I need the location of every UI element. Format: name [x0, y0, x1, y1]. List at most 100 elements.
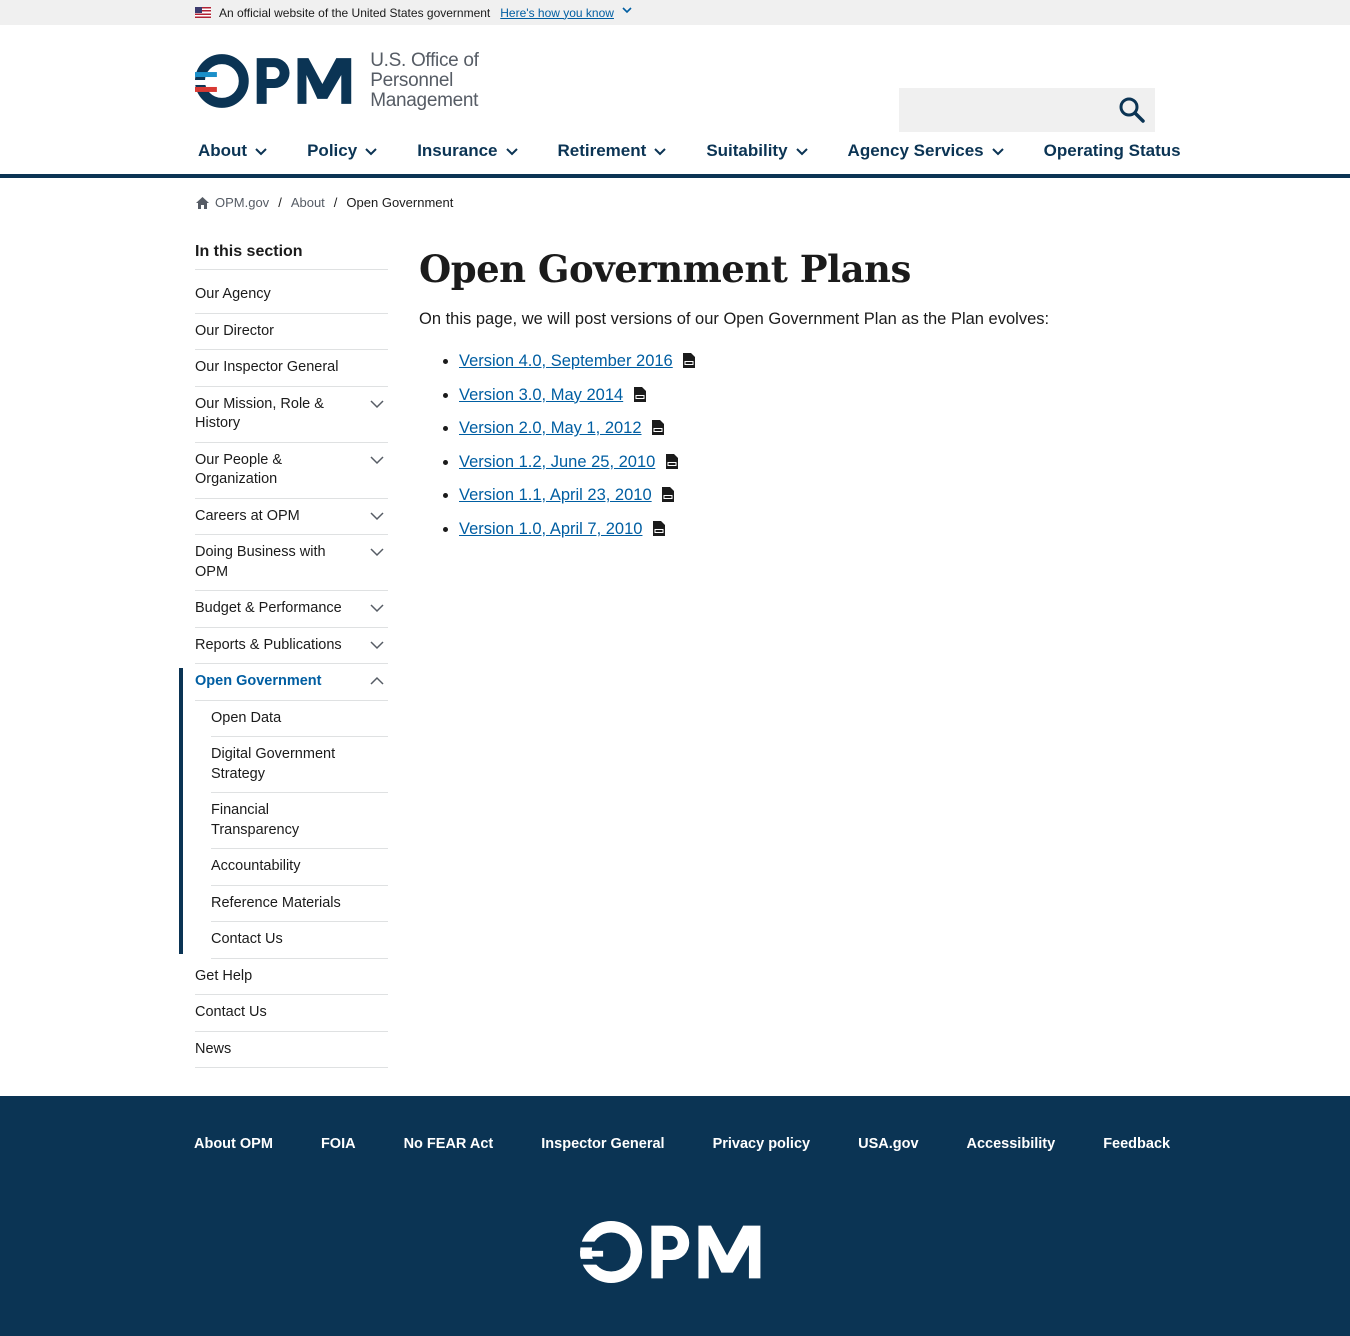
version-1-1-link[interactable]: Version 1.1, April 23, 2010	[459, 486, 652, 504]
chevron-down-icon[interactable]	[370, 455, 384, 465]
sidebar-item-our-inspector-general[interactable]: Our Inspector General	[195, 350, 388, 387]
chevron-down-icon[interactable]	[370, 640, 384, 650]
sidebar-subitem-contact-us[interactable]: Contact Us	[211, 922, 388, 959]
sidebar-item-mission-role-history[interactable]: Our Mission, Role & History	[195, 387, 388, 443]
section-sidebar: In this section Our Agency Our Director …	[179, 243, 388, 1068]
main-content: Open Government Plans On this page, we w…	[419, 243, 1155, 553]
version-1-0-link[interactable]: Version 1.0, April 7, 2010	[459, 520, 642, 538]
official-banner: An official website of the United States…	[0, 0, 1350, 25]
opm-logo[interactable]: U.S. Office of Personnel Management	[195, 51, 565, 111]
pdf-icon	[662, 487, 675, 503]
nav-agency-services[interactable]: Agency Services	[848, 141, 1004, 161]
nav-suitability[interactable]: Suitability	[706, 141, 808, 161]
pdf-icon	[683, 353, 696, 368]
chevron-down-icon	[505, 148, 518, 156]
sidebar-subitem-label: Accountability	[211, 858, 301, 874]
sidebar-subitem-label: Open Data	[211, 709, 282, 726]
sidebar-item-news[interactable]: News	[195, 1032, 388, 1068]
version-2-0-link[interactable]: Version 2.0, May 1, 2012	[459, 419, 642, 437]
version-3-0-link[interactable]: Version 3.0, May 2014	[459, 386, 623, 404]
sidebar-item-doing-business[interactable]: Doing Business with OPM	[195, 535, 388, 591]
sidebar-item-people-organization[interactable]: Our People & Organization	[195, 443, 388, 499]
footer-link-about-opm[interactable]: About OPM	[194, 1136, 273, 1152]
nav-retirement[interactable]: Retirement	[558, 141, 667, 161]
nav-operating-status-label: Operating Status	[1043, 141, 1181, 160]
chevron-down-icon[interactable]	[370, 399, 384, 409]
nav-insurance-label: Insurance	[417, 141, 498, 160]
sidebar-item-our-agency[interactable]: Our Agency	[195, 277, 388, 314]
sidebar-item-label: Doing Business with OPM	[195, 544, 326, 580]
nav-agency-services-label: Agency Services	[847, 141, 984, 160]
sidebar-item-budget-performance[interactable]: Budget & Performance	[195, 591, 388, 628]
nav-insurance[interactable]: Insurance	[417, 141, 518, 161]
nav-policy-label: Policy	[307, 141, 358, 160]
sidebar-subitem-financial-transparency[interactable]: Financial Transparency	[211, 793, 388, 849]
search-button[interactable]	[1117, 95, 1147, 125]
footer-opm-logo[interactable]	[580, 1221, 764, 1288]
chevron-down-icon[interactable]	[622, 6, 632, 17]
footer-nav: About OPM FOIA No FEAR Act Inspector Gen…	[194, 1136, 1170, 1152]
pdf-icon	[633, 386, 646, 402]
sidebar-subitem-label: Digital Government Strategy	[211, 746, 336, 782]
nav-divider	[0, 174, 1350, 178]
list-item: Version 4.0, September 2016	[459, 351, 1155, 371]
footer-link-accessibility[interactable]: Accessibility	[967, 1136, 1056, 1152]
sidebar-subitem-accountability[interactable]: Accountability	[211, 849, 388, 886]
sidebar-item-label: Reports & Publications	[195, 636, 342, 653]
logo-text: U.S. Office of Personnel Management	[370, 51, 565, 111]
footer-link-foia[interactable]: FOIA	[321, 1136, 356, 1152]
sidebar-subitem-label: Reference Materials	[211, 894, 341, 911]
list-item: Version 1.2, June 25, 2010	[459, 452, 1155, 472]
sidebar-subitem-label: Financial Transparency	[211, 802, 300, 838]
page-title: Open Government Plans	[419, 247, 911, 291]
sidebar-item-label: Our Director	[195, 322, 274, 339]
home-icon	[196, 196, 209, 209]
nav-about-label: About	[198, 141, 248, 160]
sidebar-item-label: Open Government	[195, 673, 322, 689]
sidebar-item-get-help[interactable]: Get Help	[195, 959, 388, 995]
chevron-down-icon[interactable]	[370, 547, 384, 557]
nav-operating-status[interactable]: Operating Status	[1044, 141, 1181, 161]
footer-link-usa-gov[interactable]: USA.gov	[858, 1136, 918, 1152]
footer-link-feedback[interactable]: Feedback	[1103, 1136, 1170, 1152]
sidebar-item-open-government[interactable]: Open Government	[195, 664, 388, 701]
footer-link-privacy-policy[interactable]: Privacy policy	[713, 1136, 811, 1152]
sidebar-item-contact-us[interactable]: Contact Us	[195, 995, 388, 1032]
chevron-down-icon	[365, 148, 377, 156]
nav-about[interactable]: About	[198, 141, 268, 178]
search-icon	[1119, 97, 1145, 123]
breadcrumb-home-link[interactable]: OPM.gov	[215, 195, 269, 210]
chevron-up-icon[interactable]	[370, 676, 384, 686]
opm-logo-mark	[195, 54, 352, 108]
sidebar-item-reports-publications[interactable]: Reports & Publications	[195, 628, 388, 664]
breadcrumb-about-link[interactable]: About	[291, 195, 325, 210]
nav-retirement-label: Retirement	[557, 141, 647, 160]
breadcrumb-current: Open Government	[346, 195, 454, 210]
sidebar-subitem-reference-materials[interactable]: Reference Materials	[211, 886, 388, 922]
sidebar-item-label: News	[195, 1040, 232, 1057]
logo-text-line2: Personnel Management	[370, 70, 479, 111]
chevron-down-icon	[654, 148, 667, 156]
site-footer: About OPM FOIA No FEAR Act Inspector Gen…	[0, 1096, 1350, 1336]
footer-link-no-fear-act[interactable]: No FEAR Act	[404, 1136, 494, 1152]
sidebar-item-label: Our People & Organization	[195, 451, 283, 488]
sidebar-subitem-digital-government-strategy[interactable]: Digital Government Strategy	[211, 737, 388, 793]
version-4-0-link[interactable]: Version 4.0, September 2016	[459, 352, 673, 370]
opm-logo-mark	[580, 1221, 761, 1283]
pdf-icon	[653, 520, 666, 536]
version-1-2-link[interactable]: Version 1.2, June 25, 2010	[459, 453, 655, 471]
intro-text: On this page, we will post versions of o…	[419, 310, 1050, 328]
us-flag-icon	[195, 7, 211, 18]
sidebar-subnav-open-government: Open Data Digital Government Strategy Fi…	[179, 667, 388, 959]
sidebar-subitem-open-data[interactable]: Open Data	[211, 701, 388, 737]
breadcrumb-separator: /	[278, 195, 282, 210]
sidebar-item-label: Get Help	[195, 967, 253, 984]
heres-how-you-know-link[interactable]: Here's how you know	[500, 6, 614, 20]
footer-link-inspector-general[interactable]: Inspector General	[541, 1136, 664, 1152]
sidebar-item-our-director[interactable]: Our Director	[195, 314, 388, 350]
chevron-down-icon[interactable]	[370, 511, 384, 521]
chevron-down-icon	[795, 148, 808, 156]
chevron-down-icon[interactable]	[370, 603, 384, 613]
nav-policy[interactable]: Policy	[307, 141, 377, 161]
sidebar-item-careers[interactable]: Careers at OPM	[195, 499, 388, 535]
